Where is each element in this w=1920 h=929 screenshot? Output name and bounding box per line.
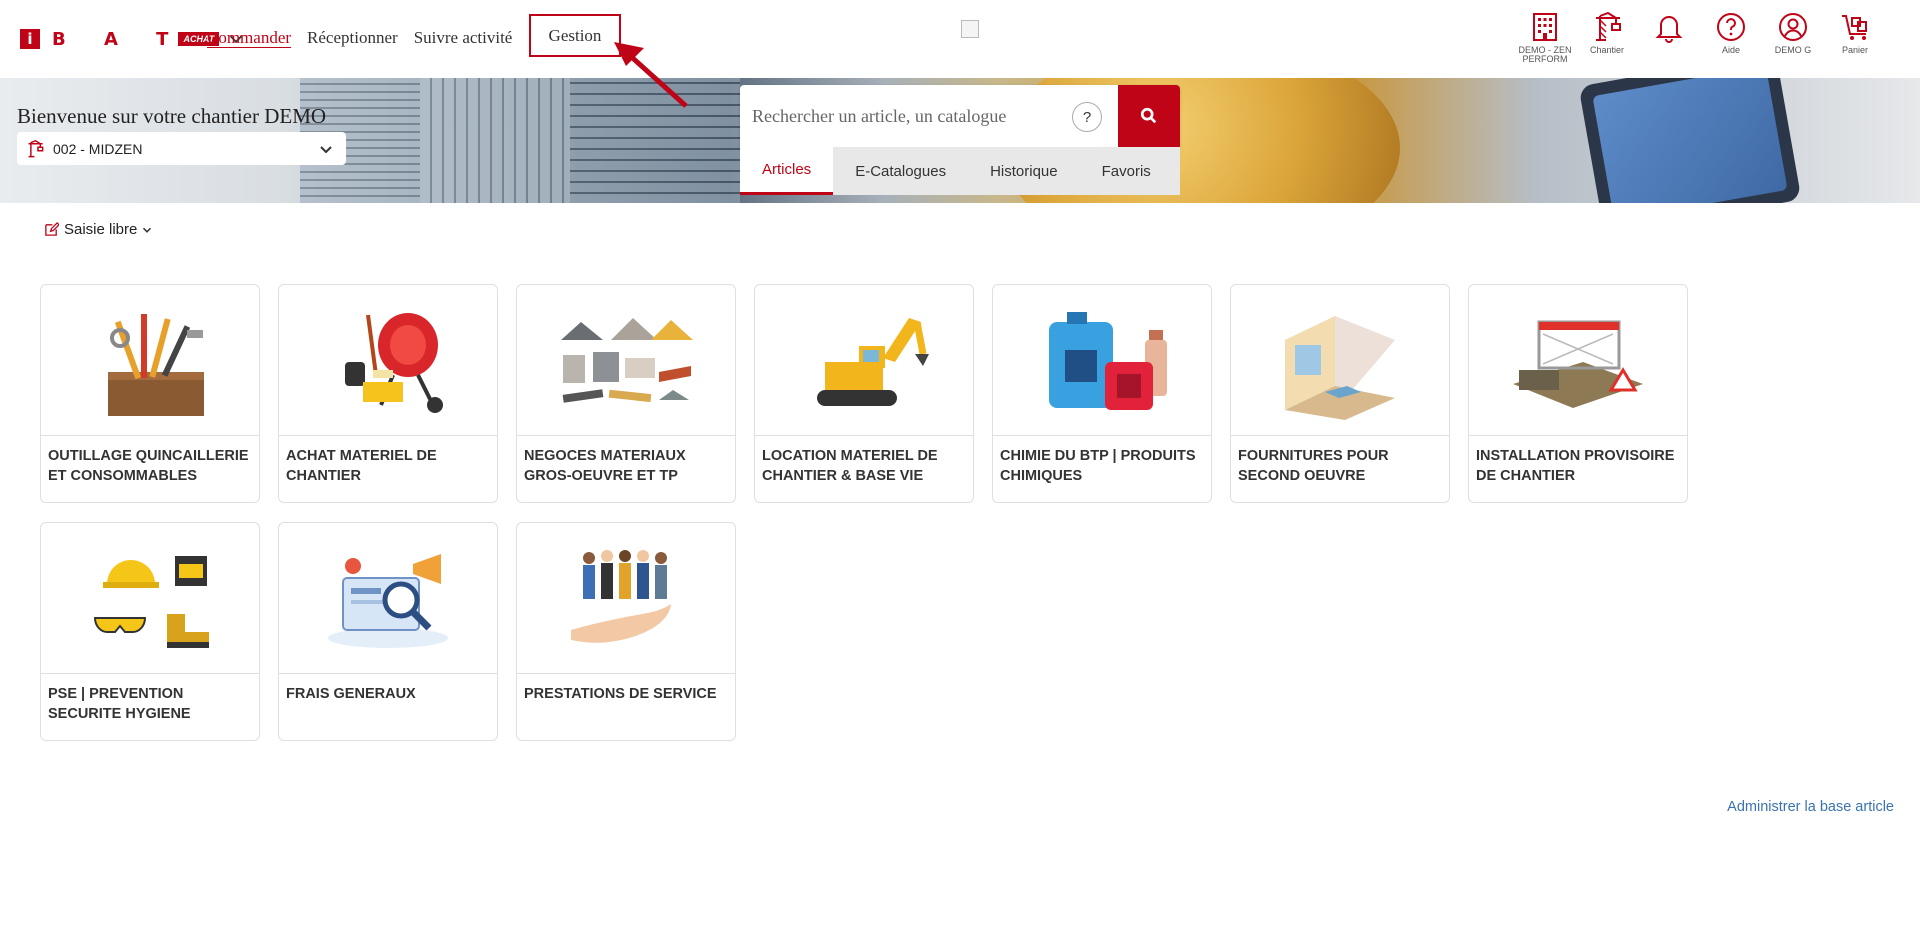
admin-article-base-link[interactable]: Administrer la base article — [1727, 799, 1894, 815]
tab-e-catalogues[interactable]: E-Catalogues — [833, 147, 968, 195]
materials-icon — [561, 318, 693, 403]
category-card[interactable]: FRAIS GENERAUX — [278, 522, 498, 741]
saisie-libre-label: Saisie libre — [64, 221, 138, 238]
hero-banner: Bienvenue sur votre chantier DEMO 002 - … — [0, 78, 1920, 203]
crane-icon — [1596, 11, 1621, 41]
top-navigation-bar: i B A T ACHAT Commander Réceptionner Sui… — [0, 0, 1920, 78]
chemical-cans-icon — [1049, 312, 1167, 410]
welcome-message: Bienvenue sur votre chantier DEMO — [17, 104, 327, 128]
edit-icon — [45, 222, 59, 236]
broken-image-icon — [961, 20, 979, 38]
nav-receptionner[interactable]: Réceptionner — [307, 28, 398, 48]
site-fence-icon — [1513, 320, 1643, 408]
bell-icon — [1655, 16, 1683, 43]
category-title: ACHAT MATERIEL DE CHANTIER — [286, 448, 437, 484]
category-card[interactable]: FOURNITURES POUR SECOND OEUVRE — [1230, 284, 1450, 503]
header-item-chantier[interactable]: Chantier — [1576, 10, 1638, 55]
chantier-selected-value: 002 - MIDZEN — [53, 140, 143, 157]
header-item-panier-label: Panier — [1841, 45, 1868, 55]
header-item-chantier-label: Chantier — [1589, 45, 1625, 55]
banner-building-graphic — [570, 78, 740, 203]
search-tabs: Articles E-Catalogues Historique Favoris — [740, 147, 1180, 195]
main-nav: Commander Réceptionner Suivre activité — [207, 28, 528, 48]
category-card[interactable]: PRESTATIONS DE SERVICE — [516, 522, 736, 741]
category-card[interactable]: ACHAT MATERIEL DE CHANTIER — [278, 284, 498, 503]
header-item-company-label: DEMO - ZEN PERFORM — [1518, 45, 1572, 64]
logo-wordmark: B A T — [52, 28, 185, 50]
header-item-panier[interactable]: Panier — [1824, 10, 1886, 55]
category-title: CHIMIE DU BTP | PRODUITS CHIMIQUES — [1000, 448, 1196, 484]
search-box: ? — [740, 85, 1180, 147]
category-title: INSTALLATION PROVISOIRE DE CHANTIER — [1476, 448, 1675, 484]
search-button[interactable] — [1118, 85, 1180, 147]
marketing-icon — [328, 554, 448, 648]
category-title: OUTILLAGE QUINCAILLERIE ET CONSOMMABLES — [48, 448, 249, 484]
category-title: LOCATION MATERIEL DE CHANTIER & BASE VIE — [762, 448, 938, 484]
category-title: FOURNITURES POUR SECOND OEUVRE — [1238, 448, 1389, 484]
logo-i-mark: i — [20, 29, 40, 49]
header-item-company[interactable]: DEMO - ZEN PERFORM — [1514, 10, 1576, 64]
toolbox-icon — [108, 314, 204, 416]
nav-gestion[interactable]: Gestion — [529, 14, 621, 57]
tab-historique[interactable]: Historique — [968, 147, 1080, 195]
crane-icon — [28, 139, 44, 157]
chevron-down-icon — [320, 145, 332, 153]
search-icon — [1140, 107, 1157, 124]
building-icon — [1533, 13, 1557, 41]
category-title: FRAIS GENERAUX — [286, 686, 416, 702]
banner-tablet-graphic — [1578, 78, 1802, 203]
nav-commander[interactable]: Commander — [207, 28, 291, 48]
search-help-button[interactable]: ? — [1072, 102, 1102, 132]
help-icon — [1717, 13, 1745, 41]
header-item-aide[interactable]: Aide — [1700, 10, 1762, 55]
workers-hand-icon — [571, 550, 671, 643]
search-input[interactable] — [750, 95, 1074, 137]
header-item-notifications[interactable] — [1638, 10, 1700, 46]
category-card[interactable]: LOCATION MATERIEL DE CHANTIER & BASE VIE — [754, 284, 974, 503]
excavator-icon — [817, 318, 929, 406]
category-card[interactable]: NEGOCES MATERIAUX GROS-OEUVRE ET TP — [516, 284, 736, 503]
category-card[interactable]: INSTALLATION PROVISOIRE DE CHANTIER — [1468, 284, 1688, 503]
category-title: PSE | PREVENTION SECURITE HYGIENE — [48, 686, 191, 722]
category-card[interactable]: CHIMIE DU BTP | PRODUITS CHIMIQUES — [992, 284, 1212, 503]
nav-suivre-activite[interactable]: Suivre activité — [414, 28, 513, 48]
header-item-user-label: DEMO G — [1774, 45, 1812, 55]
tab-favoris[interactable]: Favoris — [1080, 147, 1173, 195]
header-item-aide-label: Aide — [1721, 45, 1740, 55]
banner-building-graphic — [420, 78, 570, 203]
chantier-selector[interactable]: 002 - MIDZEN — [17, 132, 346, 165]
chevron-down-icon — [143, 227, 152, 233]
concrete-mixer-icon — [345, 313, 443, 413]
header-item-user[interactable]: DEMO G — [1762, 10, 1824, 55]
user-icon — [1779, 13, 1807, 41]
category-title: PRESTATIONS DE SERVICE — [524, 686, 717, 702]
saisie-libre-dropdown[interactable]: Saisie libre — [44, 221, 159, 238]
cart-icon — [1842, 15, 1867, 40]
room-renovation-icon — [1285, 316, 1395, 420]
tab-articles[interactable]: Articles — [740, 147, 834, 195]
category-card[interactable]: OUTILLAGE QUINCAILLERIE ET CONSOMMABLES — [40, 284, 260, 503]
safety-equipment-icon — [93, 556, 209, 648]
category-card[interactable]: PSE | PREVENTION SECURITE HYGIENE — [40, 522, 260, 741]
category-title: NEGOCES MATERIAUX GROS-OEUVRE ET TP — [524, 448, 686, 484]
search-panel: ? Articles E-Catalogues Historique Favor… — [740, 85, 1180, 195]
